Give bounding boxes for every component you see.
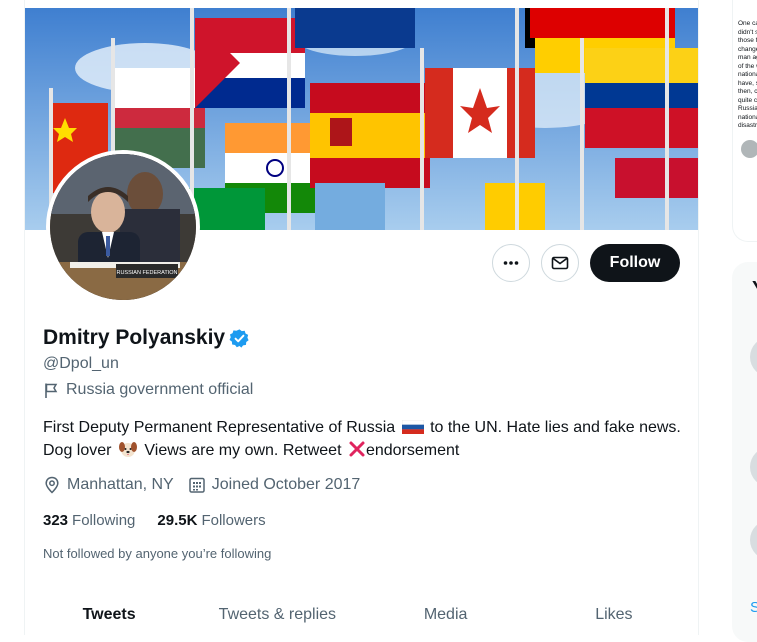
tab-tweets-replies[interactable]: Tweets & replies — [193, 594, 361, 635]
tab-tweets[interactable]: Tweets — [25, 594, 193, 635]
category-label: Russia government official — [66, 381, 254, 398]
snippet-line: One ca — [738, 20, 757, 27]
tab-likes[interactable]: Likes — [530, 594, 698, 635]
tab-media[interactable]: Media — [362, 594, 530, 635]
follow-button[interactable]: Follow — [590, 244, 680, 282]
russia-flag-icon — [401, 420, 424, 434]
followers-count: 29.5K — [157, 512, 198, 529]
panel-title: Y — [752, 278, 757, 301]
dog-face-icon — [118, 442, 137, 457]
profile-column: RUSSIAN FEDERATION Follow Dmitry Polyans… — [24, 0, 699, 635]
snippet-line: have, s — [738, 79, 757, 87]
snippet-line: those f — [738, 37, 757, 44]
suggestion-avatar[interactable] — [750, 520, 757, 560]
name-row: Dmitry Polyanskiy — [43, 326, 250, 350]
nameplate-text: RUSSIAN FEDERATION — [116, 270, 177, 276]
sidebar-suggestions-panel: Y S — [732, 262, 757, 642]
mail-icon — [551, 256, 569, 270]
cross-mark-icon — [349, 441, 365, 457]
suggestion-avatar[interactable] — [750, 337, 757, 377]
snippet-line: disastr — [738, 122, 757, 129]
snippet-line: change — [738, 45, 757, 53]
more-dots-icon — [503, 261, 519, 265]
snippet-line: of the w — [738, 62, 757, 70]
show-more-link[interactable]: S — [750, 599, 757, 616]
following-label: Following — [72, 512, 136, 529]
snippet-line: man ag — [738, 54, 757, 61]
more-options-button[interactable] — [492, 244, 530, 282]
sidebar-tweet-snippet: One ca didn't s those f change man ag of… — [738, 20, 757, 131]
flag-icon — [45, 383, 58, 398]
profile-bio: First Deputy Permanent Representative of… — [43, 416, 683, 462]
snippet-line: nationa — [738, 113, 757, 121]
snippet-line: Russia — [738, 105, 757, 112]
suggestion-avatar[interactable] — [750, 447, 757, 487]
profile-avatar[interactable]: RUSSIAN FEDERATION — [46, 150, 200, 304]
profile-category: Russia government official — [43, 381, 253, 399]
joined-item: Joined October 2017 — [188, 476, 361, 494]
location-pin-icon — [45, 476, 59, 494]
message-button[interactable] — [541, 244, 579, 282]
avatar-photo: RUSSIAN FEDERATION — [50, 154, 196, 300]
location-item: Manhattan, NY — [43, 476, 174, 494]
follow-stats: 323 Following 29.5K Followers — [43, 512, 288, 529]
verified-badge-icon[interactable] — [229, 328, 250, 349]
snippet-line: nationa — [738, 71, 757, 78]
user-handle: @Dpol_un — [43, 355, 119, 372]
followers-link[interactable]: 29.5K Followers — [157, 512, 265, 529]
calendar-icon — [188, 477, 205, 493]
followers-label: Followers — [201, 512, 266, 529]
joined-label: Joined October 2017 — [211, 476, 361, 493]
profile-tabs: Tweets Tweets & replies Media Likes — [25, 594, 698, 635]
sidebar-tweet-card[interactable]: One ca didn't s those f change man ag of… — [732, 0, 757, 242]
snippet-line: then, c — [738, 88, 757, 95]
profile-meta: Manhattan, NY Joined October 2017 — [43, 476, 374, 494]
following-link[interactable]: 323 Following — [43, 512, 135, 529]
following-count: 323 — [43, 512, 69, 529]
location-label: Manhattan, NY — [67, 476, 174, 493]
left-gutter — [0, 0, 24, 635]
mutual-followers-note: Not followed by anyone you’re following — [43, 546, 272, 561]
sidebar-mini-avatar[interactable] — [741, 140, 757, 158]
bio-text-4: endorsement — [365, 442, 460, 459]
display-name: Dmitry Polyanskiy — [43, 326, 226, 349]
snippet-line: didn't s — [738, 28, 757, 36]
snippet-line: quite c — [738, 96, 757, 104]
bio-text-3: Views are my own. Retweet — [144, 442, 342, 459]
bio-text-1: First Deputy Permanent Representative of… — [43, 419, 396, 436]
